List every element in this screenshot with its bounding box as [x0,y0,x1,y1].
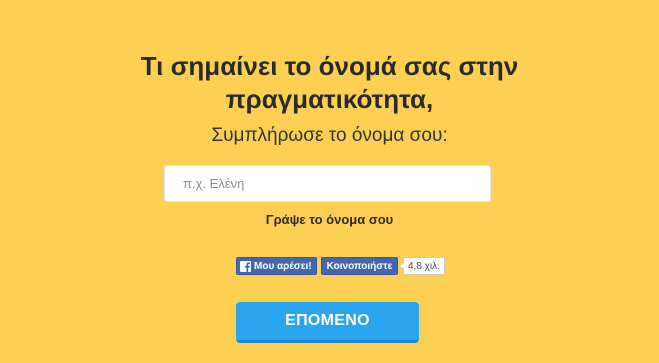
name-hint: Γράψε το όνομα σου [265,212,394,227]
quiz-page: Τι σημαίνει το όνομά σας στην πραγματικό… [0,0,659,363]
facebook-share-count: 4,8 χιλ. [399,257,445,275]
next-button[interactable]: ΕΠΟΜΕΝΟ [236,302,419,343]
facebook-share-count-value: 4,8 χιλ. [408,260,440,272]
facebook-widget: Μου αρέσει! Κοινοποιήστε 4,8 χιλ. [236,257,445,275]
page-title-line-1: Τι σημαίνει το όνομά σας στην [140,51,519,81]
facebook-like-label: Μου αρέσει! [254,260,312,272]
facebook-icon [240,260,251,272]
name-input[interactable] [164,165,491,202]
facebook-like-button[interactable]: Μου αρέσει! [236,257,317,275]
facebook-share-label: Κοινοποιήστε [326,260,393,272]
facebook-share-button[interactable]: Κοινοποιήστε [321,257,398,275]
page-title-line-2: πραγματικότητα, [225,84,434,114]
page-title: Τι σημαίνει το όνομά σας στην πραγματικό… [0,50,659,116]
name-prompt: Συμπλήρωσε το όνομα σου: [211,125,448,146]
